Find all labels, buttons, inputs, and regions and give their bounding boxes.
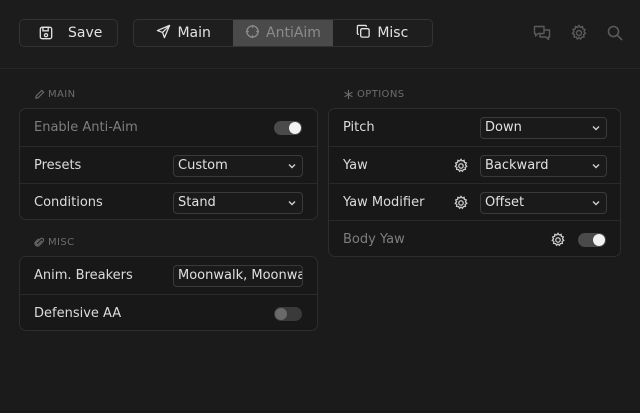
conditions-label: Conditions bbox=[34, 195, 103, 210]
options-section-title: OPTIONS bbox=[343, 89, 404, 100]
tab-antiaim-label: AntiAim bbox=[266, 25, 321, 41]
defensive-aa-row: Defensive AA bbox=[20, 294, 317, 332]
tab-main-label: Main bbox=[177, 25, 211, 41]
copy-icon bbox=[356, 24, 371, 43]
body-yaw-settings-gear-icon[interactable] bbox=[550, 231, 566, 248]
chevron-down-icon bbox=[592, 125, 600, 130]
pitch-value: Down bbox=[485, 120, 522, 135]
anim-breakers-value: Moonwalk, Moonwalk bbox=[178, 268, 302, 283]
misc-section-title: MISC bbox=[34, 237, 75, 248]
asterisk-icon bbox=[344, 89, 353, 100]
body-yaw-row: Body Yaw bbox=[329, 220, 620, 258]
anim-breakers-row: Anim. Breakers Moonwalk, Moonwalk bbox=[20, 257, 317, 294]
settings-gear-icon[interactable] bbox=[570, 24, 588, 46]
crosshair-icon bbox=[245, 24, 260, 43]
pitch-row: Pitch Down bbox=[329, 109, 620, 146]
yaw-modifier-value: Offset bbox=[485, 195, 525, 210]
tab-misc[interactable]: Misc bbox=[333, 20, 432, 46]
floppy-disk-icon bbox=[39, 26, 53, 40]
body-yaw-toggle[interactable] bbox=[578, 233, 606, 247]
anim-breakers-select[interactable]: Moonwalk, Moonwalk bbox=[173, 264, 303, 287]
misc-section-label: MISC bbox=[48, 237, 75, 248]
pitch-select[interactable]: Down bbox=[480, 116, 607, 139]
yaw-modifier-settings-gear-icon[interactable] bbox=[453, 194, 469, 211]
yaw-select[interactable]: Backward bbox=[480, 154, 607, 177]
misc-panel: Anim. Breakers Moonwalk, Moonwalk Defens… bbox=[19, 256, 318, 331]
defensive-aa-label: Defensive AA bbox=[34, 306, 122, 321]
chevron-down-icon bbox=[592, 200, 600, 205]
yaw-label: Yaw bbox=[343, 158, 368, 173]
yaw-modifier-row: Yaw Modifier Offset bbox=[329, 183, 620, 221]
pitch-label: Pitch bbox=[343, 120, 375, 135]
yaw-settings-gear-icon[interactable] bbox=[453, 157, 469, 174]
presets-select[interactable]: Custom bbox=[173, 154, 303, 177]
presets-row: Presets Custom bbox=[20, 146, 317, 184]
conditions-row: Conditions Stand bbox=[20, 183, 317, 221]
anim-breakers-label: Anim. Breakers bbox=[34, 268, 133, 283]
main-section-title: MAIN bbox=[34, 89, 76, 100]
presets-label: Presets bbox=[34, 158, 82, 173]
main-section-label: MAIN bbox=[48, 89, 76, 100]
chevron-down-icon bbox=[288, 163, 296, 168]
chevron-down-icon bbox=[288, 200, 296, 205]
enable-anti-aim-label: Enable Anti-Aim bbox=[34, 120, 138, 135]
tab-antiaim[interactable]: AntiAim bbox=[233, 20, 333, 46]
pencil-icon bbox=[35, 89, 45, 99]
chevron-down-icon bbox=[592, 163, 600, 168]
main-panel: Enable Anti-Aim Presets Custom Condition… bbox=[19, 108, 318, 220]
yaw-modifier-select[interactable]: Offset bbox=[480, 191, 607, 214]
presets-value: Custom bbox=[178, 158, 228, 173]
conditions-select[interactable]: Stand bbox=[173, 191, 303, 214]
enable-anti-aim-toggle[interactable] bbox=[274, 121, 302, 135]
save-button[interactable]: Save bbox=[19, 19, 118, 47]
tab-bar: Main AntiAim Misc bbox=[133, 19, 433, 47]
options-panel: Pitch Down Yaw Backward Yaw Modifier Off… bbox=[328, 108, 621, 257]
enable-anti-aim-row: Enable Anti-Aim bbox=[20, 109, 317, 146]
yaw-value: Backward bbox=[485, 158, 549, 173]
defensive-aa-toggle[interactable] bbox=[274, 307, 302, 321]
options-section-label: OPTIONS bbox=[357, 89, 405, 100]
conditions-value: Stand bbox=[178, 195, 216, 210]
tab-misc-label: Misc bbox=[377, 25, 409, 41]
save-label: Save bbox=[68, 25, 103, 41]
yaw-modifier-label: Yaw Modifier bbox=[343, 195, 425, 210]
body-yaw-label: Body Yaw bbox=[343, 232, 405, 247]
search-icon[interactable] bbox=[606, 24, 624, 46]
yaw-row: Yaw Backward bbox=[329, 146, 620, 184]
chat-icon[interactable] bbox=[533, 24, 551, 46]
send-icon bbox=[156, 24, 171, 43]
tab-main[interactable]: Main bbox=[134, 20, 233, 46]
top-bar: Save Main AntiAim Misc bbox=[0, 0, 640, 69]
paperclip-icon bbox=[34, 237, 45, 247]
